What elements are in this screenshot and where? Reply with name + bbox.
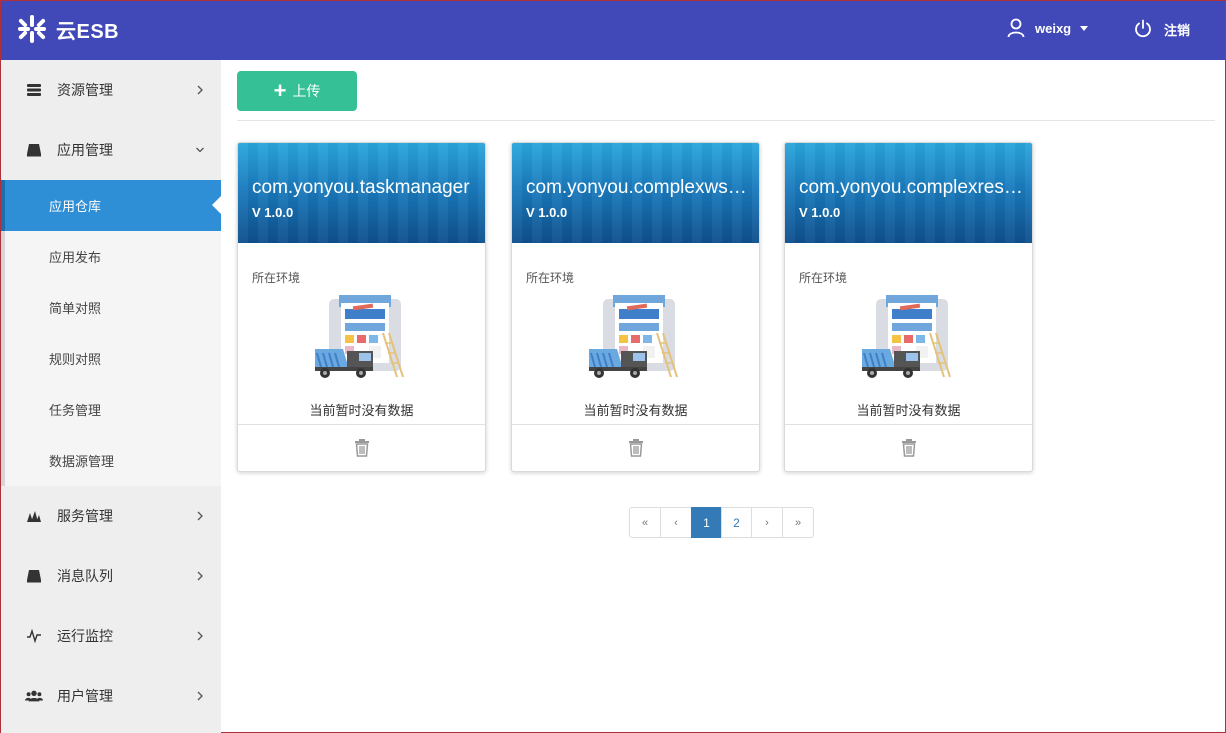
sidebar-subitem-task-management[interactable]: 任务管理	[1, 384, 221, 435]
card-version: V 1.0.0	[252, 205, 294, 220]
users-icon	[25, 687, 43, 705]
logo[interactable]: 云ESB	[17, 13, 119, 45]
card-title: com.yonyou.complexrest...	[799, 177, 1023, 198]
queue-icon	[25, 567, 43, 585]
app-card[interactable]: com.yonyou.taskmanager V 1.0.0 所在环境 当前暂时…	[237, 142, 486, 472]
upload-label: 上传	[292, 83, 321, 99]
sidebar-item-apps[interactable]: 应用管理	[1, 120, 221, 180]
sidebar-subitem-app-publish[interactable]: 应用发布	[1, 231, 221, 282]
chevron-down-icon	[196, 147, 204, 153]
pagination-prev[interactable]: ‹	[660, 507, 692, 538]
pagination-first[interactable]: «	[629, 507, 661, 538]
trash-icon[interactable]	[901, 438, 917, 457]
pagination-page[interactable]: 2	[721, 507, 752, 538]
sidebar-subitem-rule-mapping[interactable]: 规则对照	[1, 333, 221, 384]
card-header: com.yonyou.complexrest... V 1.0.0	[785, 143, 1032, 243]
chevron-right-icon	[197, 691, 203, 701]
card-env-label: 所在环境	[252, 271, 301, 285]
card-empty-text: 当前暂时没有数据	[583, 403, 688, 418]
sidebar-item-users[interactable]: 用户管理	[1, 666, 221, 726]
upload-button[interactable]: + 上传	[237, 71, 357, 111]
subitem-label: 规则对照	[49, 352, 102, 367]
sidebar-item-message-queue[interactable]: 消息队列	[1, 546, 221, 606]
card-version: V 1.0.0	[799, 205, 841, 220]
sidebar-item-label: 用户管理	[57, 688, 113, 704]
pulse-icon	[25, 627, 43, 645]
toolbar-divider	[237, 120, 1215, 121]
sidebar-item-services[interactable]: 服务管理	[1, 486, 221, 546]
logo-icon	[18, 15, 46, 43]
pagination-page[interactable]: 1	[691, 507, 722, 538]
user-menu[interactable]: weixg	[1007, 18, 1089, 38]
sidebar-item-label: 应用管理	[57, 142, 113, 158]
pagination-last[interactable]: »	[782, 507, 814, 538]
user-name: weixg	[1035, 20, 1072, 36]
card-env-label: 所在环境	[526, 271, 575, 285]
card-empty-text: 当前暂时没有数据	[856, 403, 961, 418]
empty-data-illustration	[589, 295, 678, 378]
chevron-right-icon	[197, 631, 203, 641]
sidebar: 资源管理 应用管理 应用仓库 应用发布 简单对照 规则对照 任务管理 数据源管理…	[1, 60, 221, 733]
subitem-label: 数据源管理	[49, 454, 115, 469]
subitem-label: 任务管理	[49, 403, 102, 418]
caret-down-icon	[1080, 25, 1089, 31]
chevron-right-icon	[197, 571, 203, 581]
apps-submenu: 应用仓库 应用发布 简单对照 规则对照 任务管理 数据源管理	[1, 180, 221, 486]
card-footer-divider	[512, 424, 759, 425]
user-icon	[1007, 18, 1025, 38]
sidebar-item-resources[interactable]: 资源管理	[1, 60, 221, 120]
sidebar-subitem-datasource-management[interactable]: 数据源管理	[1, 435, 221, 486]
drive-icon	[25, 141, 43, 159]
plus-icon: +	[273, 78, 287, 103]
app-card[interactable]: com.yonyou.complexws0... V 1.0.0 所在环境 当前…	[511, 142, 760, 472]
trash-icon[interactable]	[628, 438, 644, 457]
app-card[interactable]: com.yonyou.complexrest... V 1.0.0 所在环境 当…	[784, 142, 1033, 472]
database-icon	[25, 81, 43, 99]
logout-label: 注销	[1164, 22, 1191, 38]
chevron-right-icon	[197, 511, 203, 521]
sidebar-item-monitoring[interactable]: 运行监控	[1, 606, 221, 666]
card-version: V 1.0.0	[526, 205, 568, 220]
logout-button[interactable]: 注销	[1133, 19, 1190, 39]
card-footer-divider	[238, 424, 485, 425]
sidebar-item-label: 运行监控	[57, 628, 113, 644]
logo-text: 云ESB	[56, 20, 120, 43]
empty-data-illustration	[862, 295, 951, 378]
card-footer-divider	[785, 424, 1032, 425]
subitem-label: 应用发布	[49, 250, 102, 265]
trash-icon[interactable]	[354, 438, 370, 457]
subitem-label: 简单对照	[49, 301, 102, 316]
sidebar-item-label: 消息队列	[57, 568, 113, 584]
pagination: « ‹ 1 2 › »	[629, 507, 814, 538]
card-empty-text: 当前暂时没有数据	[309, 403, 414, 418]
card-header: com.yonyou.taskmanager V 1.0.0	[238, 143, 485, 243]
main-content: + 上传 com.yonyou.taskmanager V 1.0.0 所在环境	[221, 60, 1225, 733]
sidebar-subitem-app-repository[interactable]: 应用仓库	[1, 180, 221, 231]
empty-data-illustration	[315, 295, 404, 378]
pagination-next[interactable]: ›	[751, 507, 783, 538]
sidebar-item-label: 资源管理	[57, 82, 113, 98]
card-title: com.yonyou.complexws0...	[526, 177, 750, 198]
card-header: com.yonyou.complexws0... V 1.0.0	[512, 143, 759, 243]
chevron-right-icon	[197, 85, 203, 95]
sidebar-item-label: 服务管理	[57, 508, 113, 524]
power-icon	[1135, 19, 1151, 38]
card-env-label: 所在环境	[799, 271, 848, 285]
card-title: com.yonyou.taskmanager	[252, 177, 470, 198]
sidebar-subitem-simple-mapping[interactable]: 简单对照	[1, 282, 221, 333]
services-icon	[25, 507, 43, 525]
top-header: 云ESB weixg 注销	[1, 1, 1225, 60]
subitem-label: 应用仓库	[49, 199, 102, 214]
